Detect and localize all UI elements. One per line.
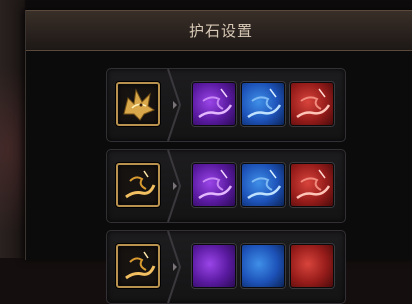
talisman-row-1 [106,68,346,142]
chevron-right-icon [167,231,182,303]
chevron-right-icon [167,150,182,222]
purple-talisman-slot[interactable] [192,163,236,207]
talisman-row-2 [106,149,346,223]
golden-claw-talisman-icon [125,170,156,199]
panel-title: 护石设置 [188,22,253,40]
red-talisman-slot[interactable] [290,163,334,207]
blue-talisman-icon [247,88,282,119]
red-talisman-slot[interactable] [290,82,334,126]
red-talisman-icon [296,88,331,119]
base-talisman-slot[interactable] [116,82,160,126]
purple-talisman-icon [198,88,233,119]
chevron-right-icon [167,69,182,141]
golden-dragon-head-icon [123,88,156,121]
golden-claw-talisman-icon [125,251,156,280]
base-talisman-slot[interactable] [116,163,160,207]
talisman-row-3 [106,230,346,304]
red-talisman-icon [296,169,331,200]
talisman-settings-panel: 护石设置 [25,10,412,304]
blue-talisman-icon [247,169,282,200]
blue-talisman-slot[interactable] [241,163,285,207]
panel-header: 护石设置 [26,10,412,51]
blue-talisman-slot[interactable] [241,82,285,126]
blue-talisman-slot[interactable] [241,244,285,288]
purple-talisman-icon [198,169,233,200]
base-talisman-slot[interactable] [116,244,160,288]
purple-talisman-slot[interactable] [192,82,236,126]
purple-talisman-slot[interactable] [192,244,236,288]
red-talisman-slot[interactable] [290,244,334,288]
